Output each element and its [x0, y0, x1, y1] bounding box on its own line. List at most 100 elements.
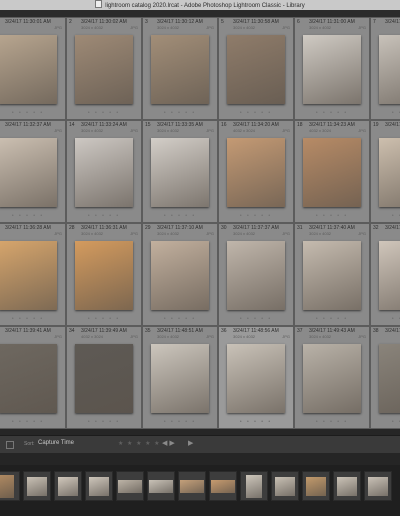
rating-dots[interactable]: • • • • • [219, 419, 293, 425]
bronze-griffin-icon[interactable] [75, 138, 133, 207]
rating-dots[interactable]: • • • • • [0, 213, 65, 219]
play-slideshow-button[interactable]: ▶ [188, 439, 193, 447]
grid-cell[interactable]: 7 3/24/17 11:31:... • • • • • [370, 17, 400, 120]
grid-view-icon[interactable] [6, 441, 14, 449]
grid-cell[interactable]: 15 3/24/17 11:33:35 AM 3024 x 4032 JPG • • •… [142, 120, 218, 223]
rating-dots[interactable]: • • • • • [371, 213, 400, 219]
grid-cell[interactable]: 273/24/17 11:36:28 AMJPG • • • • • [0, 223, 66, 326]
bronze-griffin-icon[interactable] [151, 138, 209, 207]
sort-dropdown[interactable]: Capture Time [38, 440, 74, 446]
embracing-sculpture-icon[interactable] [75, 35, 133, 104]
filmstrip-thumb[interactable] [27, 477, 47, 496]
rating-dots[interactable]: • • • • • [219, 213, 293, 219]
rating-dots[interactable]: • • • • • [295, 110, 369, 116]
filmstrip-cell[interactable] [209, 471, 237, 501]
grid-cell[interactable]: 18 3/24/17 11:34:23 AM 4032 x 3024 JPG • • •… [294, 120, 370, 223]
grid-cell[interactable]: 19 3/24/17 11:... • • • • • [370, 120, 400, 223]
grid-cell[interactable]: 38 3/24/17 11:... • • • • • [370, 326, 400, 429]
filmstrip-cell[interactable] [54, 471, 82, 501]
portrait-bust-icon[interactable] [151, 344, 209, 413]
rating-dots[interactable]: • • • • • [143, 316, 217, 322]
rating-dots[interactable]: • • • • • [143, 419, 217, 425]
rating-dots[interactable]: • • • • • [0, 110, 65, 116]
portrait-bust-icon[interactable] [303, 344, 361, 413]
filmstrip-cell[interactable] [147, 471, 175, 501]
grid-cell[interactable]: 36 3/24/17 11:48:56 AM 3024 x 4032 JPG • • •… [218, 326, 294, 429]
grid-cell[interactable]: 133/24/17 11:32:37 AMJPG • • • • • [0, 120, 66, 223]
filmstrip-thumb[interactable] [118, 480, 142, 493]
stone-stele-icon[interactable] [75, 344, 133, 413]
filmstrip-cell[interactable] [302, 471, 330, 501]
filmstrip-cell[interactable] [240, 471, 268, 501]
rating-dots[interactable]: • • • • • [219, 110, 293, 116]
rating-dots[interactable]: • • • • • [371, 316, 400, 322]
filmstrip-thumb[interactable] [306, 477, 326, 496]
filmstrip-thumb[interactable] [180, 480, 204, 493]
stone-stele-icon[interactable] [0, 344, 57, 413]
filmstrip-thumb[interactable] [58, 477, 78, 496]
rating-dots[interactable]: • • • • • [143, 213, 217, 219]
rating-dots[interactable]: • • • • • [67, 419, 141, 425]
grid-cell[interactable]: 333/24/17 11:39:41 AMJPG • • • • • [0, 326, 66, 429]
rating-dots[interactable]: • • • • • [219, 316, 293, 322]
grid-cell[interactable]: 35 3/24/17 11:48:51 AM 3024 x 4032 JPG • • •… [142, 326, 218, 429]
library-grid[interactable]: 13/24/17 11:30:01 AMJPG • • • • • 2 3/24/17… [0, 17, 400, 435]
marble-bust-icon[interactable] [379, 35, 400, 104]
filmstrip-cell[interactable] [364, 471, 392, 501]
marble-torso-icon[interactable] [379, 138, 400, 207]
filmstrip-cell[interactable] [85, 471, 113, 501]
grid-cell[interactable]: 16 3/24/17 11:34:20 AM 4032 x 3024 JPG • • •… [218, 120, 294, 223]
filmstrip-cell[interactable] [116, 471, 144, 501]
grid-cell[interactable]: 29 3/24/17 11:37:10 AM 3024 x 4032 JPG • • •… [142, 223, 218, 326]
filmstrip[interactable] [0, 465, 400, 516]
bronze-helmet-icon[interactable] [303, 138, 361, 207]
filmstrip-cell[interactable] [333, 471, 361, 501]
rating-dots[interactable]: • • • • • [0, 316, 65, 322]
marble-statue-icon[interactable] [379, 241, 400, 310]
grid-cell[interactable]: 3 3/24/17 11:30:12 AM 3024 x 4032 JPG • • • … [142, 17, 218, 120]
filmstrip-thumb[interactable] [0, 475, 14, 498]
rating-dots[interactable]: • • • • • [371, 110, 400, 116]
filmstrip-cell[interactable] [23, 471, 51, 501]
filmstrip-thumb[interactable] [337, 477, 357, 496]
rating-dots[interactable]: • • • • • [295, 213, 369, 219]
module-header-strip[interactable] [0, 10, 400, 17]
grid-cell[interactable]: 31 3/24/17 11:37:40 AM 3024 x 4032 JPG • • •… [294, 223, 370, 326]
bronze-head-icon[interactable] [0, 241, 57, 310]
bronze-helmet-icon[interactable] [227, 138, 285, 207]
rating-dots[interactable]: • • • • • [295, 419, 369, 425]
filmstrip-thumb[interactable] [149, 480, 173, 493]
bearded-torso-icon[interactable] [0, 138, 57, 207]
portrait-bust-icon[interactable] [227, 344, 285, 413]
grid-cell[interactable]: 30 3/24/17 11:37:37 AM 3024 x 4032 JPG • • •… [218, 223, 294, 326]
filmstrip-thumb[interactable] [211, 480, 235, 493]
gallery-interior-icon[interactable] [379, 344, 400, 413]
marble-bust-icon[interactable] [303, 35, 361, 104]
filmstrip-thumb[interactable] [246, 475, 262, 498]
marble-statue-icon[interactable] [303, 241, 361, 310]
rating-dots[interactable]: • • • • • [143, 110, 217, 116]
filmstrip-cell[interactable] [178, 471, 206, 501]
grid-cell[interactable]: 32 3/24/17 11:... • • • • • [370, 223, 400, 326]
rating-dots[interactable]: • • • • • [371, 419, 400, 425]
grid-cell[interactable]: 28 3/24/17 11:36:31 AM 3024 x 4032 JPG • • •… [66, 223, 142, 326]
filmstrip-thumb[interactable] [368, 477, 388, 496]
rating-dots[interactable]: • • • • • [67, 316, 141, 322]
grid-cell[interactable]: 2 3/24/17 11:30:02 AM 3024 x 4032 JPG • • • … [66, 17, 142, 120]
marble-head-icon[interactable] [227, 35, 285, 104]
rating-dots[interactable]: • • • • • [0, 419, 65, 425]
bronze-head-icon[interactable] [75, 241, 133, 310]
rating-dots[interactable]: • • • • • [67, 213, 141, 219]
grid-cell[interactable]: 6 3/24/17 11:31:00 AM 3024 x 4032 JPG • • • … [294, 17, 370, 120]
filmstrip-divider[interactable] [0, 453, 400, 465]
filmstrip-thumb[interactable] [275, 477, 295, 496]
rating-dots[interactable]: • • • • • [295, 316, 369, 322]
grid-cell[interactable]: 5 3/24/17 11:30:58 AM 3024 x 4032 JPG • • • … [218, 17, 294, 120]
grid-cell[interactable]: 37 3/24/17 11:49:43 AM 3024 x 4032 JPG • • •… [294, 326, 370, 429]
grid-cell[interactable]: 14 3/24/17 11:33:24 AM 3024 x 4032 JPG • • •… [66, 120, 142, 223]
marble-statue-icon[interactable] [227, 241, 285, 310]
prev-next-arrows[interactable]: ◀ ▶ [162, 439, 175, 447]
rating-dots[interactable]: • • • • • [67, 110, 141, 116]
bust-relief-icon[interactable] [0, 35, 57, 104]
grid-cell[interactable]: 13/24/17 11:30:01 AMJPG • • • • • [0, 17, 66, 120]
